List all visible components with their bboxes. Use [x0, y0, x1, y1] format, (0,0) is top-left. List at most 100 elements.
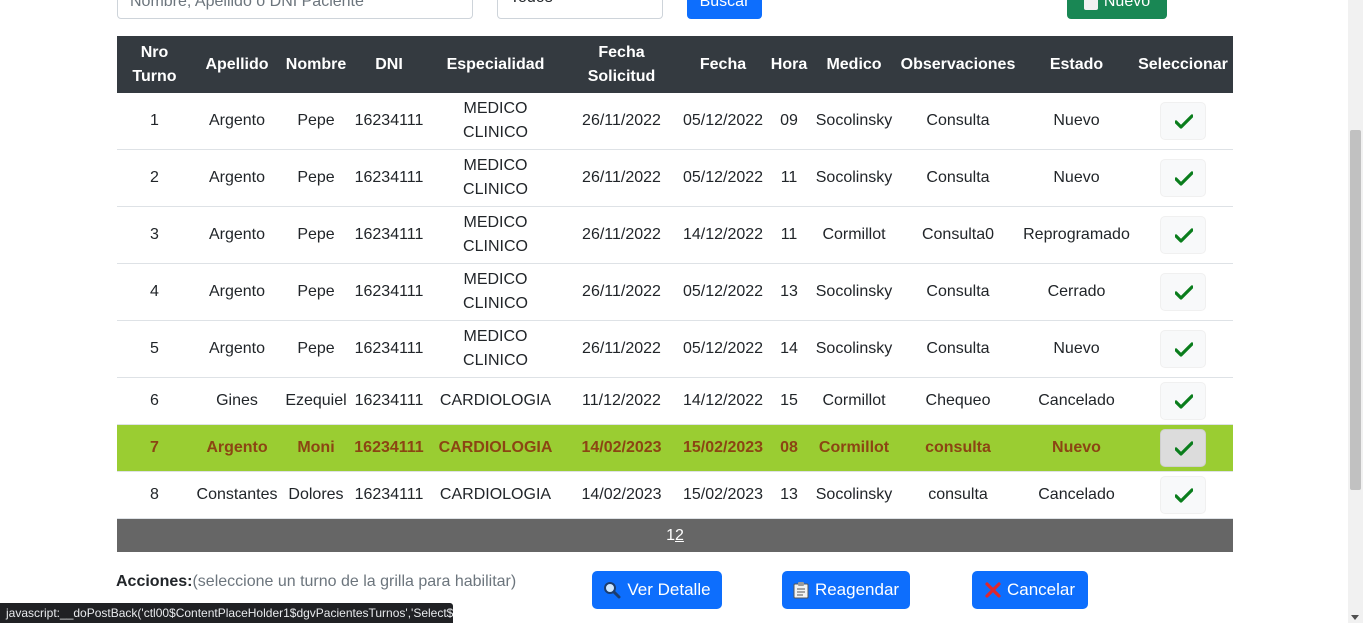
cell-estado: Nuevo — [1020, 320, 1133, 378]
cell-nombre: Pepe — [282, 206, 350, 264]
select-row-button[interactable] — [1160, 330, 1206, 368]
column-header: DNI — [350, 36, 428, 93]
table-row[interactable]: 6 Gines Ezequiel 16234111 CARDIOLOGIA 11/12/2… — [117, 377, 1233, 425]
select-row-button[interactable] — [1160, 159, 1206, 197]
pager-page-link[interactable]: 2 — [675, 527, 684, 544]
table-row[interactable]: 3 Argento Pepe 16234111 MEDICO CLINICO 26/11/… — [117, 206, 1233, 264]
cell-apellido: Argento — [192, 149, 282, 207]
cell-nro: 1 — [117, 93, 192, 150]
page-scrollbar[interactable] — [1348, 0, 1363, 623]
search-button[interactable]: Buscar — [687, 0, 762, 19]
pager-current-page: 1 — [666, 527, 675, 544]
column-header: Estado — [1020, 36, 1133, 93]
browser-status-bar: javascript:__doPostBack('ctl00$ContentPl… — [0, 603, 453, 623]
cell-estado: Cancelado — [1020, 377, 1133, 425]
column-header: Especialidad — [428, 36, 563, 93]
column-header: Hora — [766, 36, 812, 93]
cell-seleccionar — [1133, 320, 1233, 378]
cell-nro: 6 — [117, 377, 192, 425]
table-row[interactable]: 8 Constantes Dolores 16234111 CARDIOLOGIA 14/… — [117, 471, 1233, 519]
select-row-button[interactable] — [1160, 382, 1206, 420]
cell-dni: 16234111 — [350, 320, 428, 378]
new-button[interactable]: Nuevo — [1067, 0, 1167, 19]
cell-hora: 08 — [766, 424, 812, 472]
cell-medico: Cormillot — [812, 424, 896, 472]
column-header: Nombre — [282, 36, 350, 93]
table-row[interactable]: 7 Argento Moni 16234111 CARDIOLOGIA 14/02/202… — [117, 424, 1233, 472]
scrollbar-thumb[interactable] — [1350, 130, 1361, 490]
cell-fecha-solicitud: 14/02/2023 — [563, 424, 680, 472]
cell-nro: 8 — [117, 471, 192, 519]
pager: 12 — [117, 519, 1233, 552]
cell-estado: Nuevo — [1020, 149, 1133, 207]
cell-fecha: 05/12/2022 — [680, 320, 766, 378]
cell-seleccionar — [1133, 377, 1233, 425]
cell-fecha: 15/02/2023 — [680, 424, 766, 472]
cell-observaciones: consulta — [896, 424, 1020, 472]
table-row[interactable]: 2 Argento Pepe 16234111 MEDICO CLINICO 26/11/… — [117, 149, 1233, 207]
select-row-button[interactable] — [1160, 273, 1206, 311]
cell-estado: Cancelado — [1020, 471, 1133, 519]
select-row-button[interactable] — [1160, 102, 1206, 140]
cell-fecha: 05/12/2022 — [680, 93, 766, 150]
cell-fecha-solicitud: 26/11/2022 — [563, 206, 680, 264]
cell-especialidad: CARDIOLOGIA — [428, 424, 563, 472]
cell-seleccionar — [1133, 206, 1233, 264]
select-row-button[interactable] — [1160, 476, 1206, 514]
ver-detalle-button[interactable]: Ver Detalle — [592, 571, 722, 609]
cell-nro: 7 — [117, 424, 192, 472]
reagendar-label: Reagendar — [814, 580, 900, 599]
cell-hora: 13 — [766, 263, 812, 321]
cell-seleccionar — [1133, 424, 1233, 472]
table-row[interactable]: 1 Argento Pepe 16234111 MEDICO CLINICO 26/11/… — [117, 93, 1233, 150]
cell-dni: 16234111 — [350, 149, 428, 207]
cell-hora: 09 — [766, 93, 812, 150]
scroll-down-arrow-icon[interactable] — [1351, 615, 1359, 620]
check-icon — [1175, 441, 1193, 456]
cell-dni: 16234111 — [350, 377, 428, 425]
cell-seleccionar — [1133, 471, 1233, 519]
check-icon — [1175, 488, 1193, 503]
cell-medico: Socolinsky — [812, 93, 896, 150]
cell-fecha: 15/02/2023 — [680, 471, 766, 519]
reagendar-button[interactable]: Reagendar — [782, 571, 910, 609]
table-row[interactable]: 4 Argento Pepe 16234111 MEDICO CLINICO 26/11/… — [117, 263, 1233, 321]
table-row[interactable]: 5 Argento Pepe 16234111 MEDICO CLINICO 26/11/… — [117, 320, 1233, 378]
cancelar-label: Cancelar — [1006, 580, 1076, 599]
cell-medico: Cormillot — [812, 206, 896, 264]
cell-nombre: Pepe — [282, 149, 350, 207]
actions-hint: (seleccione un turno de la grilla para h… — [192, 573, 517, 590]
cell-medico: Cormillot — [812, 377, 896, 425]
cell-especialidad: CARDIOLOGIA — [428, 471, 563, 519]
ver-detalle-label: Ver Detalle — [627, 580, 711, 599]
cell-especialidad: MEDICO CLINICO — [428, 320, 563, 378]
cell-apellido: Argento — [192, 93, 282, 150]
search-input[interactable] — [117, 0, 473, 19]
cell-apellido: Gines — [192, 377, 282, 425]
cell-nro: 4 — [117, 263, 192, 321]
select-row-button[interactable] — [1160, 429, 1206, 467]
pager-row: 12 — [117, 519, 1233, 552]
check-icon — [1175, 228, 1193, 243]
column-header: Nro Turno — [117, 36, 192, 93]
cell-observaciones: Consulta — [896, 320, 1020, 378]
cell-fecha-solicitud: 26/11/2022 — [563, 320, 680, 378]
actions-title: Acciones: — [116, 573, 193, 590]
cell-fecha: 14/12/2022 — [680, 377, 766, 425]
cell-fecha: 05/12/2022 — [680, 149, 766, 207]
cell-nro: 3 — [117, 206, 192, 264]
cell-nombre: Pepe — [282, 320, 350, 378]
select-row-button[interactable] — [1160, 216, 1206, 254]
cell-apellido: Argento — [192, 206, 282, 264]
cell-fecha-solicitud: 14/02/2023 — [563, 471, 680, 519]
cell-observaciones: Consulta — [896, 263, 1020, 321]
column-header: Medico — [812, 36, 896, 93]
cell-observaciones: Chequeo — [896, 377, 1020, 425]
cell-apellido: Constantes — [192, 471, 282, 519]
cell-estado: Nuevo — [1020, 424, 1133, 472]
cell-observaciones: Consulta0 — [896, 206, 1020, 264]
column-header: Fecha Solicitud — [563, 36, 680, 93]
cell-hora: 13 — [766, 471, 812, 519]
cancelar-button[interactable]: Cancelar — [972, 571, 1088, 609]
status-select[interactable]: Todos — [497, 0, 663, 19]
